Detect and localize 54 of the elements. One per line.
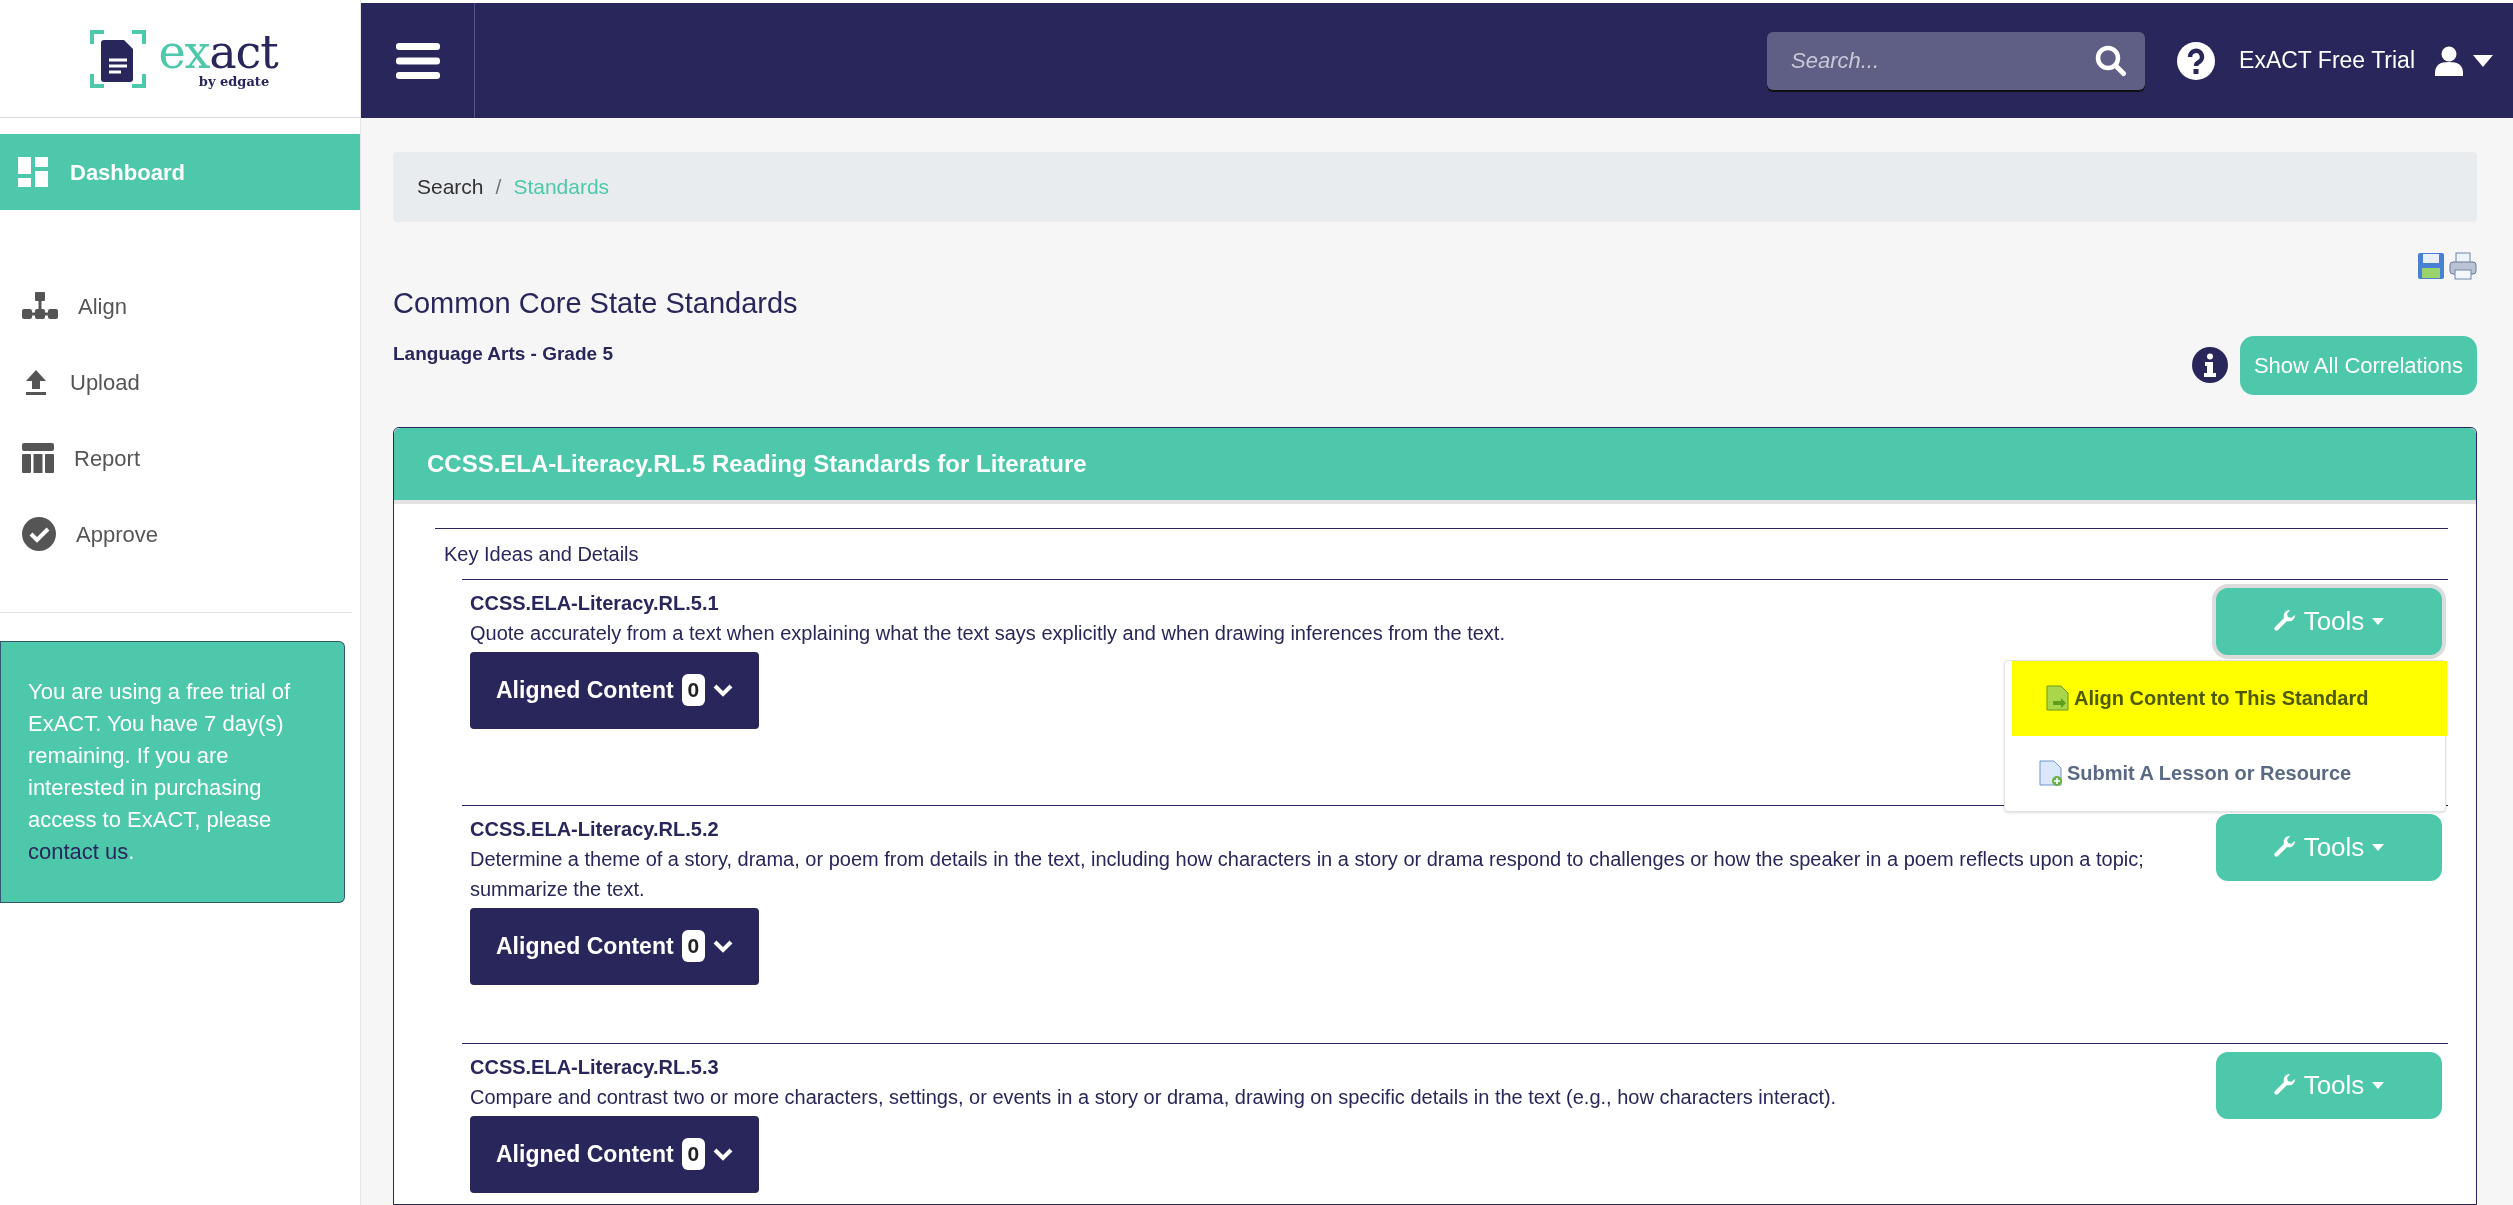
dashboard-icon [18,157,48,187]
trial-notice-text: You are using a free trial of ExACT. You have 7 day(s) remaining. If you are interested in purchasing access to ExACT, please contact us. [28,678,292,866]
document-plus-icon [2039,760,2063,786]
sidebar-item[interactable]: Align [0,268,360,344]
aligned-content-button[interactable]: Aligned Content 0 [470,907,760,985]
count-badge: 0 [681,1138,706,1170]
search-field[interactable]: Search... [1767,31,2146,90]
caret-icon [2372,1081,2385,1089]
table-icon [22,443,54,473]
standard-code: CCSS.ELA-Literacy.RL.5.1 [470,590,720,616]
standard-description: Compare and contrast two or more characters, settings, or events in a story or drama, drawing on specific details in the text (e.g., how characters interact). [470,1084,1838,1110]
hierarchy-icon [22,292,58,320]
user-name[interactable]: ExACT Free Trial [2239,43,2415,78]
standard-description: Quote accurately from a text when explaining what the text says explicitly and when drawing inferences from the text. [470,620,1506,646]
search-icon[interactable] [2095,44,2128,77]
menu-item[interactable]: Align Content to This Standard [2012,660,2447,736]
caret-icon [2372,617,2385,625]
panel-title: CCSS.ELA-Literacy.RL.5 Reading Standards for Literature [427,448,1087,479]
caret-icon[interactable] [2473,54,2493,67]
user-icon[interactable] [2435,45,2463,76]
chevron-down-icon [713,1147,734,1161]
count-badge: 0 [681,930,706,962]
print-icon[interactable] [2449,252,2477,280]
wrench-icon [2273,1074,2296,1096]
menu-item[interactable]: Submit A Lesson or Resource [2005,735,2445,811]
contact-link[interactable]: contact us [28,839,129,864]
wrench-icon [2273,836,2296,858]
breadcrumb-link[interactable]: Search [417,171,484,203]
menu-icon [395,42,440,79]
group-heading: Key Ideas and Details [443,541,640,567]
aligned-content-button[interactable]: Aligned Content 0 [470,651,760,729]
caret-icon [2372,843,2385,851]
sidebar-item[interactable]: Upload [0,344,360,420]
standard-description: Determine a theme of a story, drama, or poem from details in the text, including how characters in a story or drama respond to challenges or how the speaker in a poem reflects upon a topic; summarize the text. [470,846,2145,902]
save-icon[interactable] [2417,252,2445,280]
info-icon[interactable] [2191,347,2228,383]
count-badge: 0 [681,674,706,706]
wrench-icon [2273,610,2296,632]
chevron-down-icon [713,939,734,953]
page-title: Common Core State Standards [393,286,799,321]
logo-tagline: by edgate [198,75,270,88]
chevron-down-icon [713,683,734,697]
check-circle-icon [22,517,56,551]
logo-wordmark: exact [158,29,278,75]
sidebar-item[interactable]: Report [0,420,360,496]
aligned-content-button[interactable]: Aligned Content 0 [470,1115,760,1193]
help-icon[interactable] [2177,41,2216,80]
document-arrow-icon [2046,685,2070,711]
standard-code: CCSS.ELA-Literacy.RL.5.3 [470,1054,720,1080]
standard-code: CCSS.ELA-Literacy.RL.5.2 [470,816,720,842]
sidebar-item[interactable]: Approve [0,496,360,572]
page-subtitle: Language Arts - Grade 5 [393,341,613,366]
logo-icon [90,29,147,88]
breadcrumb-separator: / [495,174,502,201]
